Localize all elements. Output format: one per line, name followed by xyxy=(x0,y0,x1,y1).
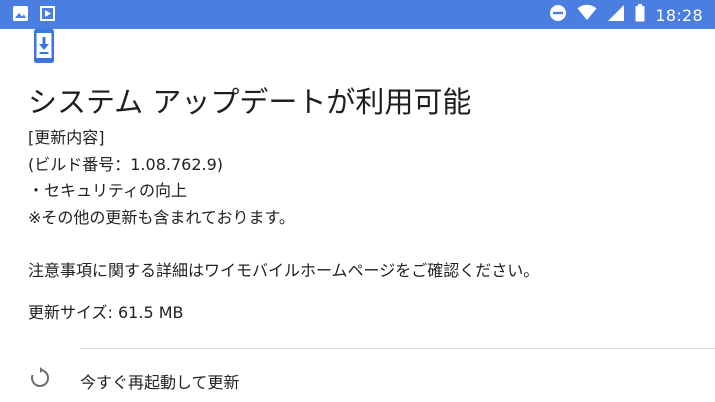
update-content: システム アップデートが利用可能 [更新内容] (ビルド番号：1.08.762.… xyxy=(0,29,715,402)
restart-and-update-label: 今すぐ再起動して更新 xyxy=(80,373,240,392)
status-bar-right: 18:28 xyxy=(549,4,703,26)
do-not-disturb-icon xyxy=(549,4,567,26)
update-size: 更新サイズ: 61.5 MB xyxy=(28,303,184,322)
release-note-item: ※その他の更新も含まれております。 xyxy=(28,207,295,227)
image-icon xyxy=(12,5,29,26)
restart-icon xyxy=(29,367,51,393)
system-update-icon xyxy=(34,29,54,67)
wifi-icon xyxy=(577,4,597,26)
notice-text: 注意事項に関する詳細はワイモバイルホームページをご確認ください。 xyxy=(28,261,540,280)
release-note-item: ・セキュリティの向上 xyxy=(28,181,188,200)
restart-and-update-button[interactable]: 今すぐ再起動して更新 xyxy=(0,352,715,402)
divider xyxy=(80,348,715,349)
battery-icon xyxy=(635,4,645,26)
build-number: (ビルド番号：1.08.762.9) xyxy=(28,154,224,174)
signal-icon xyxy=(607,4,625,26)
status-bar-left xyxy=(12,5,56,26)
page-title: システム アップデートが利用可能 xyxy=(28,85,472,119)
release-notes-heading: [更新内容] xyxy=(28,128,105,147)
status-time: 18:28 xyxy=(655,5,703,25)
status-bar: 18:28 xyxy=(0,0,715,29)
play-store-icon xyxy=(39,5,56,26)
release-notes: [更新内容] (ビルド番号：1.08.762.9) ・セキュリティの向上 ※その… xyxy=(28,125,295,231)
